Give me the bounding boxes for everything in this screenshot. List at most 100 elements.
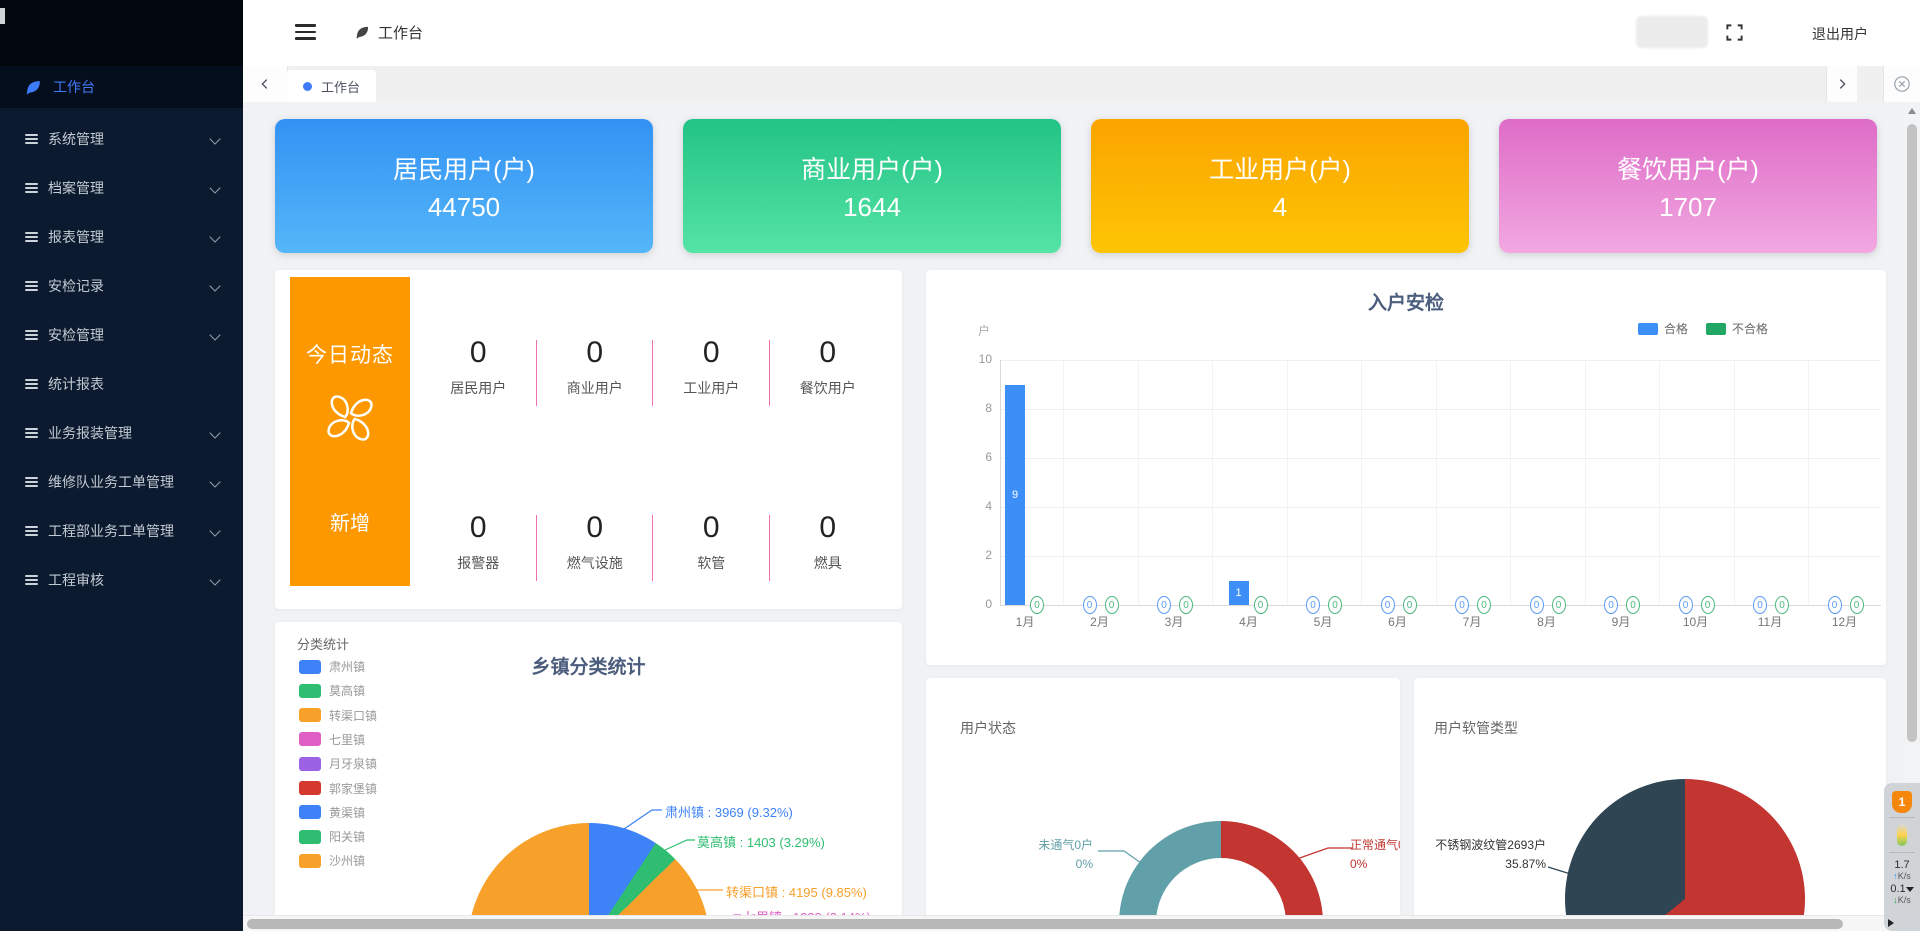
donut-title: 用户状态 <box>960 718 1016 738</box>
today-banner: 今日动态 新增 <box>290 277 410 586</box>
sidebar-item-3[interactable]: 安检记录 <box>0 269 243 303</box>
stat-card-2[interactable]: 工业用户(户)4 <box>1091 119 1469 253</box>
stat-value: 0 <box>703 511 720 545</box>
zero-marker: 0 <box>1775 596 1789 614</box>
pie-legend-item-阳关镇[interactable]: 阳关镇 <box>299 828 365 845</box>
stat-card-1[interactable]: 商业用户(户)1644 <box>683 119 1061 253</box>
pie-label-莫高镇: 莫高镇 : 1403 (3.29%) <box>697 832 825 851</box>
expand-triangle-icon[interactable] <box>1888 919 1894 927</box>
pie-legend-item-莫高镇[interactable]: 莫高镇 <box>299 682 365 699</box>
sidebar-item-5[interactable]: 统计报表 <box>0 367 243 401</box>
hamburger-menu-icon[interactable] <box>295 24 316 40</box>
zero-marker: 0 <box>1179 596 1193 614</box>
vertical-scrollbar-thumb[interactable] <box>1907 124 1917 742</box>
gridline <box>1436 360 1437 605</box>
stat-label: 商业用户 <box>567 378 623 398</box>
legend-label: 阳关镇 <box>329 828 365 845</box>
y-tick-label: 4 <box>966 499 992 513</box>
pie-label-转渠口镇: 转渠口镇 : 4195 (9.85%) <box>726 882 867 901</box>
horizontal-scrollbar[interactable] <box>243 915 1904 931</box>
tabs-scroll-right-button[interactable] <box>1826 66 1857 102</box>
fullscreen-icon[interactable] <box>1725 23 1744 42</box>
x-tick-label: 8月 <box>1522 613 1572 630</box>
legend-swatch <box>299 708 321 722</box>
legend-swatch <box>299 805 321 819</box>
gridline <box>1138 360 1139 605</box>
scroll-up-arrow[interactable] <box>1908 108 1916 114</box>
breadcrumb: 工作台 <box>355 22 423 43</box>
sidebar-item-0[interactable]: 系统管理 <box>0 122 243 156</box>
bar-chart-title: 入户安检 <box>926 288 1886 315</box>
pie-legend-item-月牙泉镇[interactable]: 月牙泉镇 <box>299 755 377 772</box>
chevron-down-icon <box>209 427 220 438</box>
tab-workbench[interactable]: 工作台 <box>287 70 376 102</box>
stat-card-value: 4 <box>1273 192 1287 223</box>
today-stats-row-2: 0报警器0燃气设施0软管0燃具 <box>420 511 886 573</box>
leaf-icon <box>355 25 370 40</box>
pie-legend-title: 分类统计 <box>297 634 349 653</box>
stat-value: 0 <box>703 336 720 370</box>
today-panel: 今日动态 新增 0居民用户0商业用户0工业用户0餐饮用户 0报警器0燃气设施0软… <box>275 270 902 609</box>
pie-legend-item-转渠口镇[interactable]: 转渠口镇 <box>299 707 377 724</box>
logout-button[interactable]: 退出用户 <box>1812 24 1868 44</box>
legend-swatch <box>299 732 321 746</box>
gridline <box>1510 360 1511 605</box>
tabs-close-button[interactable] <box>1883 66 1920 102</box>
zero-marker: 0 <box>1753 596 1767 614</box>
hose-type-pie[interactable] <box>1565 779 1805 931</box>
sidebar-item-4[interactable]: 安检管理 <box>0 318 243 352</box>
sidebar-item-label: 系统管理 <box>48 129 104 149</box>
sidebar-item-label: 维修队业务工单管理 <box>48 472 174 492</box>
zero-marker: 0 <box>1477 596 1491 614</box>
speed-monitor-widget[interactable]: 1 1.7 ↑K/s 0.1 ↓K/s <box>1884 783 1920 931</box>
stat-card-3[interactable]: 餐饮用户(户)1707 <box>1499 119 1877 253</box>
town-pie-panel: 分类统计 乡镇分类统计 肃州镇莫高镇转渠口镇七里镇月牙泉镇郭家堡镇黄渠镇阳关镇沙… <box>275 622 902 931</box>
legend-item-pass[interactable]: 合格 <box>1638 320 1688 337</box>
capsule-icon[interactable] <box>1897 824 1907 846</box>
legend-label: 沙州镇 <box>329 852 365 869</box>
horizontal-scrollbar-thumb[interactable] <box>247 919 1843 929</box>
menu-lines-icon <box>25 526 38 536</box>
pie-legend-item-沙州镇[interactable]: 沙州镇 <box>299 852 365 869</box>
y-tick-label: 10 <box>966 352 992 366</box>
today-stat-燃具: 0燃具 <box>770 511 887 573</box>
gridline <box>1659 360 1660 605</box>
sidebar-item-7[interactable]: 维修队业务工单管理 <box>0 465 243 499</box>
legend-item-fail[interactable]: 不合格 <box>1706 320 1768 337</box>
stat-label: 燃具 <box>814 553 842 573</box>
gridline <box>1212 360 1213 605</box>
sidebar-item-workbench[interactable]: 工作台 <box>0 66 243 108</box>
stat-card-title: 餐饮用户(户) <box>1617 150 1759 186</box>
menu-lines-icon <box>25 428 38 438</box>
download-speed-value: 0.1 <box>1890 884 1913 895</box>
leaf-icon <box>25 79 42 96</box>
pie-legend-item-黄渠镇[interactable]: 黄渠镇 <box>299 804 365 821</box>
pie-legend-item-郭家堡镇[interactable]: 郭家堡镇 <box>299 780 377 797</box>
close-circle-icon <box>1893 75 1911 93</box>
sidebar-item-6[interactable]: 业务报装管理 <box>0 416 243 450</box>
today-stat-燃气设施: 0燃气设施 <box>537 511 654 573</box>
zero-marker: 0 <box>1604 596 1618 614</box>
chevron-down-icon <box>209 231 220 242</box>
tabs-scroll-left-button[interactable] <box>243 66 288 102</box>
sidebar-item-2[interactable]: 报表管理 <box>0 220 243 254</box>
stat-card-0[interactable]: 居民用户(户)44750 <box>275 119 653 253</box>
zero-marker: 0 <box>1105 596 1119 614</box>
hose-type-panel: 用户软管类型 不锈钢波纹管2693户35.87% <box>1414 678 1886 931</box>
sidebar-item-9[interactable]: 工程审核 <box>0 563 243 597</box>
gridline <box>1001 360 1881 361</box>
sidebar: 工作台 系统管理档案管理报表管理安检记录安检管理统计报表业务报装管理维修队业务工… <box>0 0 243 931</box>
chevron-down-icon <box>209 329 220 340</box>
pie-legend-item-肃州镇[interactable]: 肃州镇 <box>299 658 365 675</box>
bar-4月[interactable]: 1 <box>1229 581 1249 606</box>
menu-lines-icon <box>25 134 38 144</box>
pie-legend-item-七里镇[interactable]: 七里镇 <box>299 731 365 748</box>
stat-value: 0 <box>819 336 836 370</box>
shield-badge-icon[interactable]: 1 <box>1892 791 1912 813</box>
workbench-page: 工作台 系统管理档案管理报表管理安检记录安检管理统计报表业务报装管理维修队业务工… <box>0 0 1920 931</box>
chevron-left-icon <box>258 77 272 91</box>
bar-chart-plot: 900000100000000000000000 <box>1000 360 1881 606</box>
sidebar-item-8[interactable]: 工程部业务工单管理 <box>0 514 243 548</box>
sidebar-item-1[interactable]: 档案管理 <box>0 171 243 205</box>
bar-1月[interactable]: 9 <box>1005 385 1025 606</box>
